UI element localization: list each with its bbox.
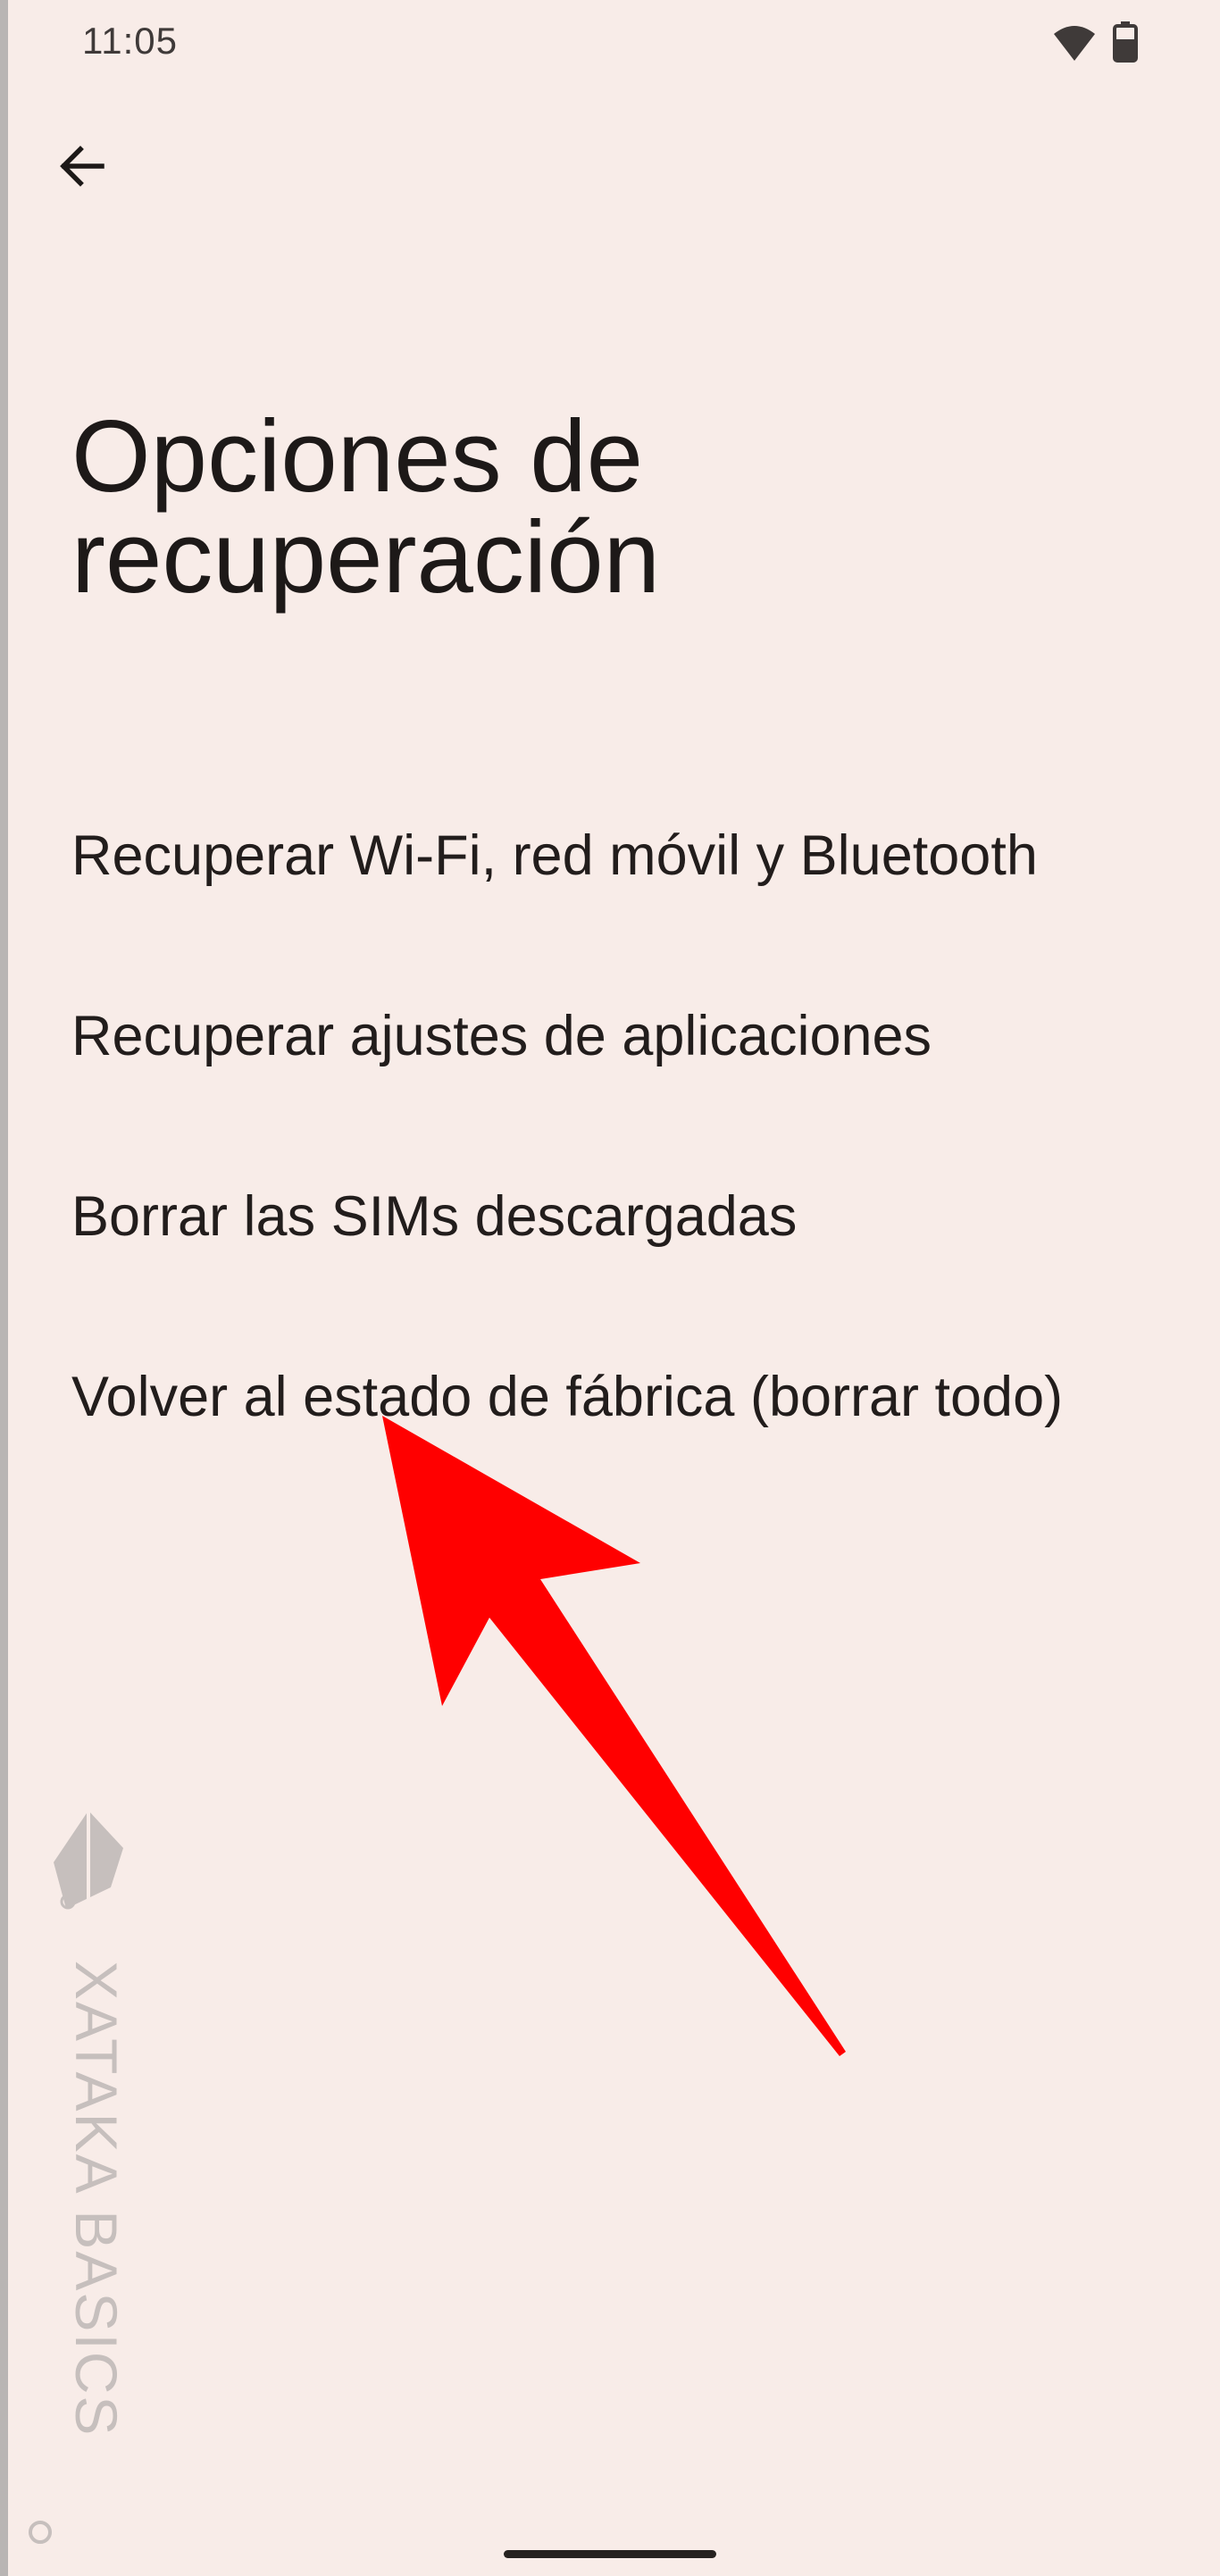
- option-reset-network[interactable]: Recuperar Wi-Fi, red móvil y Bluetooth: [0, 766, 1220, 945]
- gesture-nav-handle[interactable]: [504, 2550, 716, 2558]
- option-label: Recuperar ajustes de aplicaciones: [71, 1005, 932, 1067]
- option-erase-esims[interactable]: Borrar las SIMs descargadas: [0, 1127, 1220, 1306]
- option-factory-reset[interactable]: Volver al estado de fábrica (borrar todo…: [0, 1308, 1220, 1486]
- watermark-text: XATAKA BASICS: [63, 1961, 130, 2438]
- status-bar: 11:05: [0, 0, 1220, 86]
- option-label: Volver al estado de fábrica (borrar todo…: [71, 1366, 1064, 1428]
- option-label: Recuperar Wi-Fi, red móvil y Bluetooth: [71, 824, 1038, 887]
- page-title: Opciones de recuperación: [71, 400, 661, 615]
- arrow-left-icon: [60, 146, 104, 187]
- red-arrow-icon: [382, 1416, 846, 2056]
- watermark-dot-icon: [29, 2521, 52, 2544]
- status-time: 11:05: [82, 20, 178, 62]
- option-label: Borrar las SIMs descargadas: [71, 1185, 798, 1248]
- battery-icon: [1113, 21, 1138, 63]
- xataka-logo-icon: [54, 1811, 123, 1910]
- wifi-icon: [1054, 26, 1095, 61]
- option-reset-app-preferences[interactable]: Recuperar ajustes de aplicaciones: [0, 947, 1220, 1125]
- back-button[interactable]: [50, 134, 114, 198]
